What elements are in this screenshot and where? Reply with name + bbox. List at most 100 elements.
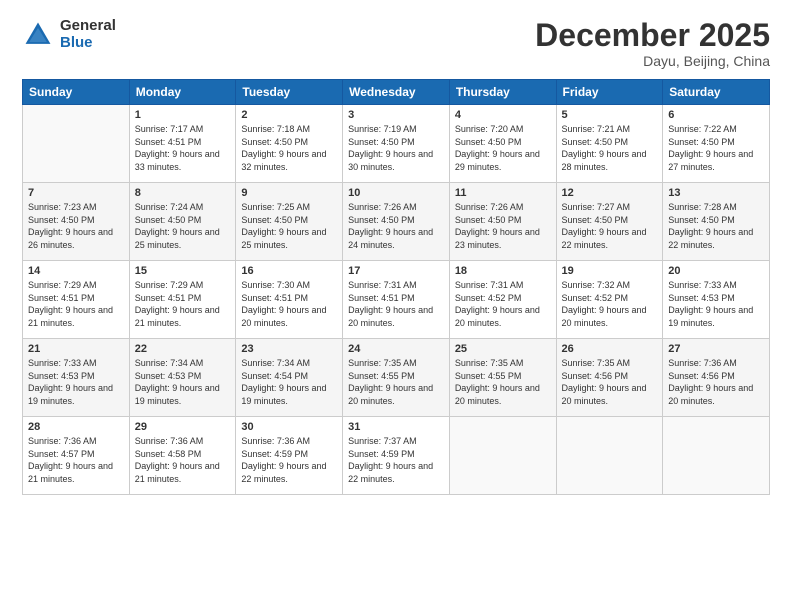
day-cell: 12 Sunrise: 7:27 AM Sunset: 4:50 PM Dayl… — [556, 183, 663, 261]
daylight-text: Daylight: 9 hours and 21 minutes. — [135, 305, 220, 328]
sunset-text: Sunset: 4:50 PM — [135, 215, 202, 225]
week-row-1: 1 Sunrise: 7:17 AM Sunset: 4:51 PM Dayli… — [23, 105, 770, 183]
day-number: 14 — [28, 265, 124, 277]
cell-content: Sunrise: 7:36 AM Sunset: 4:56 PM Dayligh… — [668, 357, 764, 407]
day-cell — [663, 417, 770, 495]
sunrise-text: Sunrise: 7:27 AM — [562, 202, 631, 212]
day-cell: 5 Sunrise: 7:21 AM Sunset: 4:50 PM Dayli… — [556, 105, 663, 183]
sunrise-text: Sunrise: 7:29 AM — [135, 280, 204, 290]
daylight-text: Daylight: 9 hours and 22 minutes. — [668, 227, 753, 250]
cell-content: Sunrise: 7:24 AM Sunset: 4:50 PM Dayligh… — [135, 201, 231, 251]
cell-content: Sunrise: 7:26 AM Sunset: 4:50 PM Dayligh… — [455, 201, 551, 251]
day-number: 22 — [135, 343, 231, 355]
daylight-text: Daylight: 9 hours and 22 minutes. — [241, 461, 326, 484]
day-cell: 27 Sunrise: 7:36 AM Sunset: 4:56 PM Dayl… — [663, 339, 770, 417]
cell-content: Sunrise: 7:36 AM Sunset: 4:58 PM Dayligh… — [135, 435, 231, 485]
day-number: 11 — [455, 187, 551, 199]
day-number: 16 — [241, 265, 337, 277]
day-cell: 17 Sunrise: 7:31 AM Sunset: 4:51 PM Dayl… — [343, 261, 450, 339]
cell-content: Sunrise: 7:31 AM Sunset: 4:51 PM Dayligh… — [348, 279, 444, 329]
cell-content: Sunrise: 7:31 AM Sunset: 4:52 PM Dayligh… — [455, 279, 551, 329]
day-number: 28 — [28, 421, 124, 433]
day-number: 21 — [28, 343, 124, 355]
day-cell: 26 Sunrise: 7:35 AM Sunset: 4:56 PM Dayl… — [556, 339, 663, 417]
daylight-text: Daylight: 9 hours and 24 minutes. — [348, 227, 433, 250]
day-cell: 20 Sunrise: 7:33 AM Sunset: 4:53 PM Dayl… — [663, 261, 770, 339]
day-cell: 2 Sunrise: 7:18 AM Sunset: 4:50 PM Dayli… — [236, 105, 343, 183]
sunrise-text: Sunrise: 7:24 AM — [135, 202, 204, 212]
cell-content: Sunrise: 7:26 AM Sunset: 4:50 PM Dayligh… — [348, 201, 444, 251]
daylight-text: Daylight: 9 hours and 22 minutes. — [562, 227, 647, 250]
sunset-text: Sunset: 4:56 PM — [668, 371, 735, 381]
day-cell: 18 Sunrise: 7:31 AM Sunset: 4:52 PM Dayl… — [449, 261, 556, 339]
daylight-text: Daylight: 9 hours and 19 minutes. — [241, 383, 326, 406]
cell-content: Sunrise: 7:34 AM Sunset: 4:53 PM Dayligh… — [135, 357, 231, 407]
sunset-text: Sunset: 4:51 PM — [135, 137, 202, 147]
sunset-text: Sunset: 4:53 PM — [135, 371, 202, 381]
sunrise-text: Sunrise: 7:28 AM — [668, 202, 737, 212]
sunset-text: Sunset: 4:50 PM — [241, 215, 308, 225]
day-cell: 11 Sunrise: 7:26 AM Sunset: 4:50 PM Dayl… — [449, 183, 556, 261]
day-number: 20 — [668, 265, 764, 277]
sunset-text: Sunset: 4:53 PM — [28, 371, 95, 381]
day-cell: 9 Sunrise: 7:25 AM Sunset: 4:50 PM Dayli… — [236, 183, 343, 261]
cell-content: Sunrise: 7:29 AM Sunset: 4:51 PM Dayligh… — [28, 279, 124, 329]
day-cell: 23 Sunrise: 7:34 AM Sunset: 4:54 PM Dayl… — [236, 339, 343, 417]
sunrise-text: Sunrise: 7:31 AM — [348, 280, 417, 290]
day-number: 5 — [562, 109, 658, 121]
sunrise-text: Sunrise: 7:18 AM — [241, 124, 310, 134]
sunrise-text: Sunrise: 7:20 AM — [455, 124, 524, 134]
sunset-text: Sunset: 4:55 PM — [348, 371, 415, 381]
sunrise-text: Sunrise: 7:17 AM — [135, 124, 204, 134]
sunset-text: Sunset: 4:57 PM — [28, 449, 95, 459]
day-number: 9 — [241, 187, 337, 199]
cell-content: Sunrise: 7:17 AM Sunset: 4:51 PM Dayligh… — [135, 123, 231, 173]
daylight-text: Daylight: 9 hours and 20 minutes. — [348, 305, 433, 328]
sunrise-text: Sunrise: 7:26 AM — [348, 202, 417, 212]
sunset-text: Sunset: 4:50 PM — [455, 137, 522, 147]
sunrise-text: Sunrise: 7:32 AM — [562, 280, 631, 290]
sunrise-text: Sunrise: 7:36 AM — [135, 436, 204, 446]
sunrise-text: Sunrise: 7:19 AM — [348, 124, 417, 134]
day-number: 3 — [348, 109, 444, 121]
day-cell: 4 Sunrise: 7:20 AM Sunset: 4:50 PM Dayli… — [449, 105, 556, 183]
sunset-text: Sunset: 4:51 PM — [135, 293, 202, 303]
sunset-text: Sunset: 4:56 PM — [562, 371, 629, 381]
cell-content: Sunrise: 7:35 AM Sunset: 4:55 PM Dayligh… — [455, 357, 551, 407]
sunset-text: Sunset: 4:55 PM — [455, 371, 522, 381]
day-cell: 14 Sunrise: 7:29 AM Sunset: 4:51 PM Dayl… — [23, 261, 130, 339]
daylight-text: Daylight: 9 hours and 20 minutes. — [455, 305, 540, 328]
sunrise-text: Sunrise: 7:29 AM — [28, 280, 97, 290]
day-number: 26 — [562, 343, 658, 355]
daylight-text: Daylight: 9 hours and 20 minutes. — [562, 305, 647, 328]
sunrise-text: Sunrise: 7:23 AM — [28, 202, 97, 212]
month-title: December 2025 — [535, 18, 770, 53]
day-cell: 7 Sunrise: 7:23 AM Sunset: 4:50 PM Dayli… — [23, 183, 130, 261]
cell-content: Sunrise: 7:37 AM Sunset: 4:59 PM Dayligh… — [348, 435, 444, 485]
cell-content: Sunrise: 7:35 AM Sunset: 4:55 PM Dayligh… — [348, 357, 444, 407]
day-number: 29 — [135, 421, 231, 433]
page: General Blue December 2025 Dayu, Beijing… — [0, 0, 792, 612]
day-number: 12 — [562, 187, 658, 199]
sunrise-text: Sunrise: 7:36 AM — [668, 358, 737, 368]
sunrise-text: Sunrise: 7:33 AM — [28, 358, 97, 368]
sunrise-text: Sunrise: 7:35 AM — [348, 358, 417, 368]
sunset-text: Sunset: 4:58 PM — [135, 449, 202, 459]
day-number: 30 — [241, 421, 337, 433]
sunset-text: Sunset: 4:59 PM — [348, 449, 415, 459]
cell-content: Sunrise: 7:22 AM Sunset: 4:50 PM Dayligh… — [668, 123, 764, 173]
cell-content: Sunrise: 7:36 AM Sunset: 4:59 PM Dayligh… — [241, 435, 337, 485]
day-cell: 29 Sunrise: 7:36 AM Sunset: 4:58 PM Dayl… — [129, 417, 236, 495]
column-header-thursday: Thursday — [449, 80, 556, 105]
sunset-text: Sunset: 4:59 PM — [241, 449, 308, 459]
cell-content: Sunrise: 7:34 AM Sunset: 4:54 PM Dayligh… — [241, 357, 337, 407]
cell-content: Sunrise: 7:25 AM Sunset: 4:50 PM Dayligh… — [241, 201, 337, 251]
daylight-text: Daylight: 9 hours and 21 minutes. — [135, 461, 220, 484]
day-cell: 31 Sunrise: 7:37 AM Sunset: 4:59 PM Dayl… — [343, 417, 450, 495]
daylight-text: Daylight: 9 hours and 21 minutes. — [28, 461, 113, 484]
sunrise-text: Sunrise: 7:36 AM — [28, 436, 97, 446]
header-row: SundayMondayTuesdayWednesdayThursdayFrid… — [23, 80, 770, 105]
day-number: 13 — [668, 187, 764, 199]
cell-content: Sunrise: 7:18 AM Sunset: 4:50 PM Dayligh… — [241, 123, 337, 173]
daylight-text: Daylight: 9 hours and 20 minutes. — [455, 383, 540, 406]
